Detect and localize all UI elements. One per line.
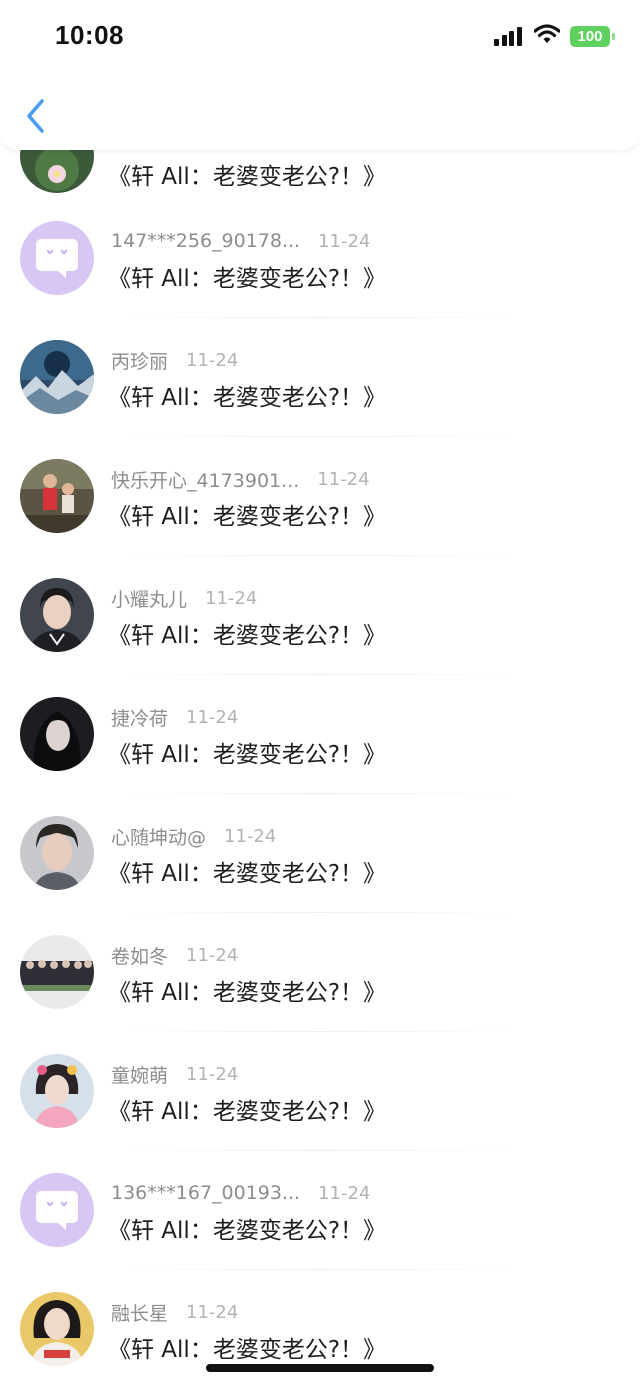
comment-title: 《轩 All：老婆变老公?！》 bbox=[108, 1218, 387, 1244]
home-indicator[interactable] bbox=[206, 1364, 434, 1372]
list-item[interactable]: 捷冷荷 11-24 《轩 All：老婆变老公?！》 bbox=[0, 675, 640, 794]
comment-title: 《轩 All：老婆变老公?！》 bbox=[108, 504, 387, 530]
username[interactable]: 融长星 bbox=[111, 1299, 168, 1326]
comment-title: 《轩 All：老婆变老公?！》 bbox=[108, 1099, 387, 1125]
comment-title: 《轩 All：老婆变老公?！》 bbox=[108, 742, 387, 768]
back-button[interactable] bbox=[22, 97, 52, 135]
username[interactable]: 心随坤动@ bbox=[111, 823, 206, 850]
list-item[interactable]: 心随坤动@ 11-24 《轩 All：老婆变老公?！》 bbox=[0, 794, 640, 913]
username[interactable]: 捷冷荷 bbox=[111, 704, 168, 731]
comment-meta: 童婉萌 11-24 bbox=[111, 1061, 239, 1088]
comment-title: 《轩 All：老婆变老公?！》 bbox=[108, 861, 387, 887]
comment-meta: 捷冷荷 11-24 bbox=[111, 704, 239, 731]
list-item[interactable]: 童婉萌 11-24 《轩 All：老婆变老公?！》 bbox=[0, 1032, 640, 1151]
young-man-avatar[interactable] bbox=[20, 578, 94, 652]
status-time: 10:08 bbox=[55, 20, 124, 50]
list-item[interactable]: 147***256_90178... 11-24 《轩 All：老婆变老公?！》 bbox=[0, 199, 640, 318]
status-icons: 100 bbox=[494, 24, 615, 48]
battery-icon: 100 bbox=[570, 25, 615, 47]
comment-meta: 融长星 11-24 bbox=[111, 1299, 239, 1326]
group-photo-avatar[interactable] bbox=[20, 935, 94, 1009]
list-item[interactable]: 丙珍丽 11-24 《轩 All：老婆变老公?！》 bbox=[0, 318, 640, 437]
list-item[interactable]: 小耀丸儿 11-24 《轩 All：老婆变老公?！》 bbox=[0, 556, 640, 675]
comment-meta: 卷如冬 11-24 bbox=[111, 942, 239, 969]
comment-title: 《轩 All：老婆变老公?！》 bbox=[108, 266, 387, 292]
comment-date: 11-24 bbox=[186, 349, 239, 371]
username[interactable]: 卷如冬 bbox=[111, 942, 168, 969]
default-chat-avatar[interactable] bbox=[20, 221, 94, 295]
comment-date: 11-24 bbox=[317, 468, 370, 490]
username[interactable]: 136***167_00193... bbox=[111, 1182, 300, 1204]
comment-date: 11-24 bbox=[318, 230, 371, 252]
kids-outdoor-avatar[interactable] bbox=[20, 459, 94, 533]
screen: 《轩 All：老婆变老公?！》 147***256_90178... 11-24… bbox=[0, 0, 640, 1385]
dark-hair-girl-avatar[interactable] bbox=[20, 697, 94, 771]
comment-meta: 快乐开心_4173901... 11-24 bbox=[111, 466, 370, 493]
comment-title: 《轩 All：老婆变老公?！》 bbox=[108, 385, 387, 411]
comment-date: 11-24 bbox=[186, 1063, 239, 1085]
list-item[interactable]: 136***167_00193... 11-24 《轩 All：老婆变老公?！》 bbox=[0, 1151, 640, 1270]
comment-title: 《轩 All：老婆变老公?！》 bbox=[108, 980, 387, 1006]
comment-meta: 心随坤动@ 11-24 bbox=[111, 823, 277, 850]
wifi-icon bbox=[533, 24, 561, 48]
comment-date: 11-24 bbox=[186, 706, 239, 728]
girl-red-shirt-avatar[interactable] bbox=[20, 1292, 94, 1366]
username[interactable]: 丙珍丽 bbox=[111, 347, 168, 374]
signal-icon bbox=[494, 26, 524, 46]
username[interactable]: 童婉萌 bbox=[111, 1061, 168, 1088]
username[interactable]: 小耀丸儿 bbox=[111, 585, 187, 612]
comment-title: 《轩 All：老婆变老公?！》 bbox=[108, 164, 387, 190]
comment-date: 11-24 bbox=[224, 825, 277, 847]
comment-meta: 丙珍丽 11-24 bbox=[111, 347, 239, 374]
comment-date: 11-24 bbox=[318, 1182, 371, 1204]
list-item[interactable]: 快乐开心_4173901... 11-24 《轩 All：老婆变老公?！》 bbox=[0, 437, 640, 556]
default-chat-avatar[interactable] bbox=[20, 1173, 94, 1247]
mountain-planet-avatar[interactable] bbox=[20, 340, 94, 414]
comment-meta: 147***256_90178... 11-24 bbox=[111, 229, 370, 253]
costume-girl-avatar[interactable] bbox=[20, 1054, 94, 1128]
comment-title: 《轩 All：老婆变老公?！》 bbox=[108, 1337, 387, 1363]
comment-title: 《轩 All：老婆变老公?！》 bbox=[108, 623, 387, 649]
comment-meta: 小耀丸儿 11-24 bbox=[111, 585, 258, 612]
comment-date: 11-24 bbox=[186, 944, 239, 966]
list-item[interactable]: 卷如冬 11-24 《轩 All：老婆变老公?！》 bbox=[0, 913, 640, 1032]
comment-date: 11-24 bbox=[205, 587, 258, 609]
username[interactable]: 147***256_90178... bbox=[111, 230, 300, 252]
username[interactable]: 快乐开心_4173901... bbox=[111, 466, 299, 493]
chevron-left-icon bbox=[27, 99, 44, 133]
portrait-man-avatar[interactable] bbox=[20, 816, 94, 890]
comment-date: 11-24 bbox=[186, 1301, 239, 1323]
comment-meta: 136***167_00193... 11-24 bbox=[111, 1181, 370, 1205]
nav-header: 10:08 100 bbox=[0, 0, 640, 150]
